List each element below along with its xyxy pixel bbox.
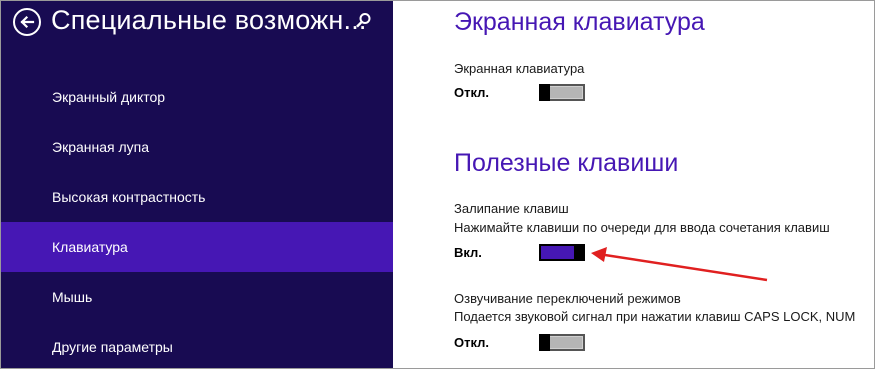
toggle-keys-label: Озвучивание переключений режимов xyxy=(454,291,681,306)
toggle-track xyxy=(550,337,582,348)
search-icon xyxy=(356,13,371,28)
sticky-keys-toggle[interactable] xyxy=(539,244,585,261)
sticky-keys-label: Залипание клавиш xyxy=(454,201,569,216)
page-title: Специальные возможн... xyxy=(51,5,367,35)
sidebar-item-keyboard[interactable]: Клавиатура xyxy=(1,222,393,272)
section-title-useful-keys: Полезные клавиши xyxy=(454,149,679,177)
sticky-keys-state-label: Вкл. xyxy=(454,245,482,260)
toggle-thumb xyxy=(574,244,585,261)
sidebar-item-narrator[interactable]: Экранный диктор xyxy=(1,72,393,122)
sidebar: Специальные возможн... Экранный диктор Э… xyxy=(1,1,393,368)
osk-toggle[interactable] xyxy=(539,84,585,101)
osk-state-label: Откл. xyxy=(454,85,490,100)
back-button[interactable] xyxy=(13,8,41,36)
toggle-keys-state-label: Откл. xyxy=(454,335,490,350)
sidebar-item-high-contrast[interactable]: Высокая контрастность xyxy=(1,172,393,222)
osk-setting-label: Экранная клавиатура xyxy=(454,61,585,76)
sidebar-item-mouse[interactable]: Мышь xyxy=(1,272,393,322)
toggle-keys-description: Подается звуковой сигнал при нажатии кла… xyxy=(454,309,856,324)
section-title-osk: Экранная клавиатура xyxy=(454,8,705,36)
sidebar-item-other-options[interactable]: Другие параметры xyxy=(1,322,393,368)
toggle-thumb xyxy=(539,334,550,351)
toggle-keys-toggle[interactable] xyxy=(539,334,585,351)
settings-window: Специальные возможн... Экранный диктор Э… xyxy=(0,0,875,369)
sidebar-nav: Экранный диктор Экранная лупа Высокая ко… xyxy=(1,72,393,368)
toggle-track xyxy=(550,87,582,98)
sticky-keys-description: Нажимайте клавиши по очереди для ввода с… xyxy=(454,220,830,235)
main-panel: Экранная клавиатура Экранная клавиатура … xyxy=(393,1,874,368)
sidebar-item-magnifier[interactable]: Экранная лупа xyxy=(1,122,393,172)
toggle-thumb xyxy=(539,84,550,101)
search-button[interactable] xyxy=(353,11,373,31)
back-arrow-icon xyxy=(20,15,35,29)
